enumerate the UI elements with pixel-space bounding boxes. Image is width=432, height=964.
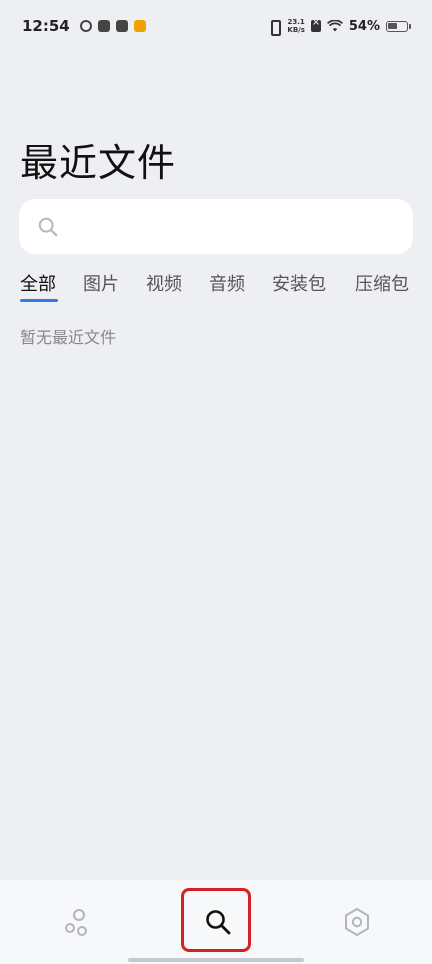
bubbles-icon [65,909,87,936]
battery-percentage: 54% [348,18,380,34]
empty-state-message: 暂无最近文件 [20,328,117,347]
tab-all[interactable]: 全部 [20,270,83,302]
network-speed-unit: KB/s [287,26,305,34]
status-left: 12:54 [22,17,146,35]
tab-label: 视频 [146,274,182,295]
recent-files-screen: 12:54 23.1 KB/s 54% 最近文件 [0,0,432,964]
mail-notification-icon [97,20,110,32]
tab-audio[interactable]: 音频 [209,270,272,296]
tab-archives[interactable]: 压缩包 [355,270,415,296]
search-input[interactable] [69,206,413,247]
tab-apk[interactable]: 安装包 [272,270,355,296]
network-speed: 23.1 KB/s [287,18,304,34]
file-type-tabs: 全部 图片 视频 音频 安装包 压缩包 [20,270,420,306]
tab-label: 全部 [20,274,56,295]
page-title: 最近文件 [20,141,177,185]
search-icon [205,910,230,935]
tab-images[interactable]: 图片 [83,270,146,296]
vibrate-icon [267,20,282,36]
home-indicator[interactable] [128,958,304,962]
clock: 12:54 [22,17,70,35]
tab-label: 音频 [209,274,245,295]
nav-home-button[interactable] [58,902,98,942]
tab-videos[interactable]: 视频 [146,270,209,296]
status-bar: 12:54 23.1 KB/s 54% [0,0,432,52]
search-icon [38,217,58,236]
wifi-icon [326,20,343,32]
tab-label: 压缩包 [355,274,409,295]
network-speed-value: 23.1 [287,18,305,26]
play-notification-icon [115,20,128,32]
nav-settings-button[interactable] [337,902,377,942]
battery-fill [388,22,397,29]
status-right: 23.1 KB/s 54% [267,17,411,36]
settings-hexagon-icon [345,908,369,936]
search-bar[interactable] [19,199,413,254]
video-notification-icon [133,20,146,32]
bottom-navigation [0,880,432,964]
active-tab-indicator [20,299,58,302]
tab-label: 安装包 [272,274,326,295]
nav-search-button[interactable] [198,902,238,942]
tab-label: 图片 [83,274,119,295]
battery-icon [386,20,411,32]
no-sim-icon [310,17,321,32]
sync-notification-icon [79,20,92,32]
